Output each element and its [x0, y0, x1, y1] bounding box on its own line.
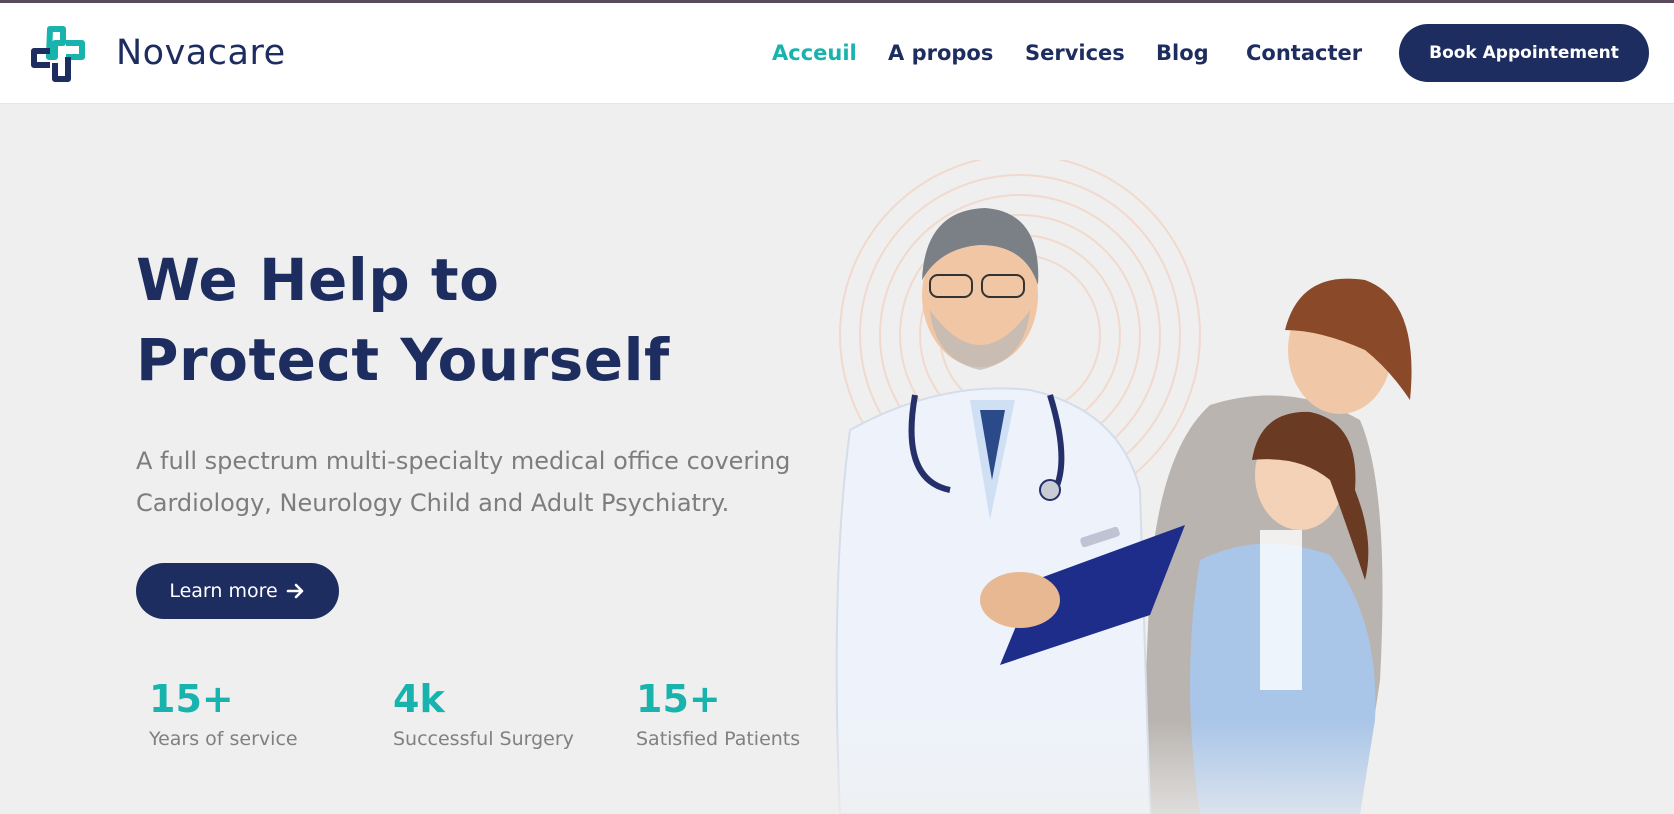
nav-item-accueil[interactable]: Acceuil	[772, 41, 857, 65]
nav-item-blog[interactable]: Blog	[1156, 41, 1209, 65]
stat-label: Satisfied Patients	[636, 728, 801, 750]
hero-title: We Help to Protect Yourself	[136, 240, 670, 400]
learn-more-button[interactable]: Learn more	[136, 563, 339, 619]
stat-value: 15+	[149, 677, 234, 721]
stat-label: Years of service	[149, 728, 298, 750]
nav-item-a-propos[interactable]: A propos	[888, 41, 993, 65]
stat-satisfied-patients: 15+ Satisfied Patients	[636, 676, 800, 754]
stat-value: 4k	[393, 677, 445, 721]
hero-description: A full spectrum multi-specialty medical …	[136, 447, 791, 517]
stat-successful-surgery: 4k Successful Surgery	[393, 676, 574, 754]
cross-logo-icon[interactable]	[28, 23, 90, 85]
stat-years-of-service: 15+ Years of service	[149, 676, 298, 754]
stat-value: 15+	[636, 677, 721, 721]
nav-item-services[interactable]: Services	[1025, 41, 1125, 65]
stat-label: Successful Surgery	[393, 728, 574, 750]
book-appointment-button[interactable]: Book Appointement	[1399, 24, 1649, 82]
nav-item-contacter[interactable]: Contacter	[1246, 41, 1362, 65]
learn-more-label: Learn more	[169, 580, 278, 602]
doctor-hand	[980, 572, 1060, 628]
arrow-right-icon	[286, 583, 303, 599]
brand-name[interactable]: Novacare	[116, 33, 286, 73]
hero-photo-doctor-family	[820, 160, 1520, 814]
site-header: Novacare Acceuil A propos Services Blog …	[0, 3, 1674, 104]
hero-title-line-1: We Help to	[136, 246, 500, 314]
hero-title-line-2: Protect Yourself	[136, 326, 670, 394]
